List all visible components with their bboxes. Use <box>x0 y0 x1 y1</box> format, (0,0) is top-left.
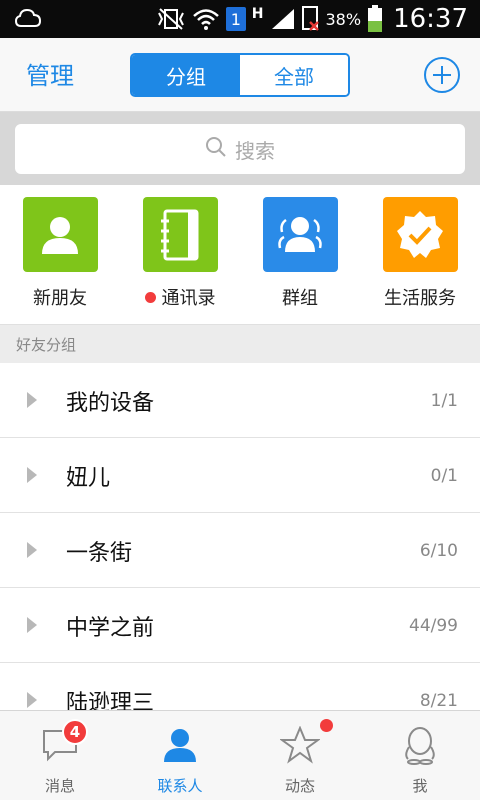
group-online-count: 6/10 <box>419 541 458 561</box>
quick-label: 通讯录 <box>161 288 216 309</box>
add-contact-button[interactable] <box>424 57 460 93</box>
top-bar: 管理 分组 全部 <box>0 38 480 112</box>
segmented-control: 分组 全部 <box>130 53 350 97</box>
signal-icon <box>270 7 296 31</box>
tab-contacts[interactable]: 联系人 <box>120 725 240 796</box>
tab-feed[interactable]: 动态 <box>240 719 360 796</box>
new-friend-icon <box>22 197 98 272</box>
quick-new-friend[interactable]: 新朋友 <box>0 197 120 310</box>
quick-groups[interactable]: 群组 <box>240 197 360 310</box>
tab-label: 消息 <box>44 777 75 795</box>
new-activity-dot <box>320 719 333 732</box>
tab-label: 动态 <box>284 777 315 795</box>
quick-label: 生活服务 <box>384 288 456 309</box>
new-indicator-dot <box>144 291 156 303</box>
group-online-count: 0/1 <box>430 466 458 486</box>
battery-icon <box>367 5 383 33</box>
friend-groups-list: 我的设备 1/1 妞儿 0/1 一条街 6/10 中学之前 44/99 陆逊理三… <box>0 363 480 710</box>
quick-label: 群组 <box>282 288 318 309</box>
bottom-tab-bar: 4 消息 联系人 动态 我 <box>0 710 480 800</box>
group-row[interactable]: 我的设备 1/1 <box>0 363 480 438</box>
contacts-screen: 1 H 38% 16:37 管理 分组 全部 搜索 新朋友 通讯录 群组 生活服… <box>0 0 480 800</box>
address-book-icon <box>142 197 218 272</box>
expand-arrow-icon <box>27 692 37 708</box>
group-online-count: 1/1 <box>430 391 458 411</box>
sim-slot-badge: 1 <box>225 7 246 31</box>
group-row[interactable]: 一条街 6/10 <box>0 513 480 588</box>
tab-me[interactable]: 我 <box>360 725 480 796</box>
vibrate-mute-icon <box>156 7 186 31</box>
search-input[interactable]: 搜索 <box>15 124 465 174</box>
group-online-count: 8/21 <box>419 691 458 710</box>
group-online-count: 44/99 <box>409 616 458 636</box>
battery-percent: 38% <box>325 9 362 29</box>
group-row[interactable]: 妞儿 0/1 <box>0 438 480 513</box>
status-bar: 1 H 38% 16:37 <box>0 0 480 38</box>
quick-life-service[interactable]: 生活服务 <box>360 197 480 310</box>
wifi-icon <box>192 7 220 31</box>
search-icon <box>205 136 227 162</box>
life-service-icon <box>382 197 458 272</box>
section-header: 好友分组 <box>0 325 480 363</box>
expand-arrow-icon <box>27 617 37 633</box>
segment-all[interactable]: 全部 <box>240 55 348 95</box>
segment-groups[interactable]: 分组 <box>132 55 240 95</box>
tab-label: 我 <box>412 777 428 795</box>
sim-no-service-icon <box>301 6 320 32</box>
group-name: 一条街 <box>66 541 133 566</box>
search-area: 搜索 <box>0 112 480 185</box>
group-name: 陆逊理三 <box>66 691 155 710</box>
quick-address-book[interactable]: 通讯录 <box>120 197 240 310</box>
cloud-icon <box>14 6 42 36</box>
clock: 16:37 <box>393 4 468 34</box>
tab-label: 联系人 <box>157 777 203 795</box>
expand-arrow-icon <box>27 392 37 408</box>
star-icon <box>240 719 360 765</box>
tab-messages[interactable]: 4 消息 <box>0 719 120 796</box>
group-name: 中学之前 <box>66 616 155 641</box>
profile-icon <box>360 725 480 765</box>
group-name: 妞儿 <box>66 466 111 491</box>
group-icon <box>262 197 338 272</box>
network-type: H <box>251 6 264 22</box>
expand-arrow-icon <box>27 542 37 558</box>
group-row[interactable]: 中学之前 44/99 <box>0 588 480 663</box>
message-icon: 4 <box>0 719 120 765</box>
contacts-icon <box>120 725 240 765</box>
quick-label: 新朋友 <box>33 288 87 309</box>
quick-entries: 新朋友 通讯录 群组 生活服务 <box>0 185 480 325</box>
group-name: 我的设备 <box>66 391 155 416</box>
search-placeholder: 搜索 <box>235 138 275 163</box>
expand-arrow-icon <box>27 467 37 483</box>
unread-badge: 4 <box>62 719 88 745</box>
manage-button[interactable]: 管理 <box>26 56 74 91</box>
group-row[interactable]: 陆逊理三 8/21 <box>0 663 480 710</box>
